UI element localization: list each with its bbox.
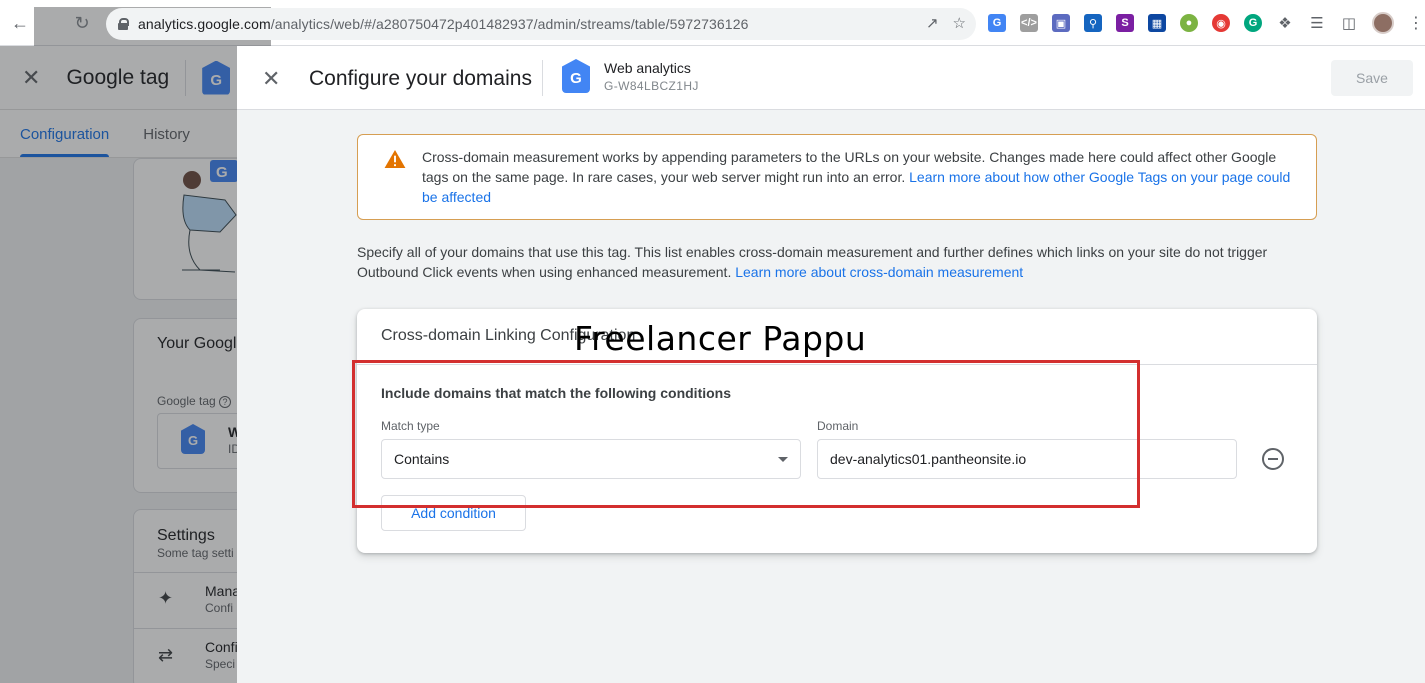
- configure-domains-sheet: ✕ Configure your domains G Web analytics…: [237, 46, 1425, 683]
- warning-icon: [384, 150, 406, 168]
- chrome-menu-icon[interactable]: ⋮: [1408, 13, 1424, 33]
- match-type-label: Match type: [381, 419, 440, 433]
- scrim-overlay[interactable]: [0, 46, 237, 683]
- remove-condition-icon[interactable]: [1262, 448, 1284, 470]
- grammarly-extension-icon[interactable]: G: [1244, 14, 1262, 32]
- idea-extension-icon[interactable]: ●: [1180, 14, 1198, 32]
- save-button[interactable]: Save: [1331, 60, 1413, 96]
- reading-list-icon[interactable]: ☰: [1308, 14, 1326, 32]
- back-arrow-icon[interactable]: ←: [4, 7, 36, 39]
- warning-banner: Cross-domain measurement works by append…: [357, 134, 1317, 220]
- intro-text: Specify all of your domains that use thi…: [357, 244, 1268, 280]
- sheet-title: Configure your domains: [309, 67, 532, 90]
- trello-extension-icon[interactable]: ▦: [1148, 14, 1166, 32]
- close-icon[interactable]: ✕: [262, 66, 280, 92]
- condition-heading: Include domains that match the following…: [381, 385, 732, 401]
- side-panel-icon[interactable]: ◫: [1340, 14, 1358, 32]
- profile-avatar[interactable]: [1372, 12, 1394, 34]
- watermark-text: Freelancer Pappu: [574, 319, 867, 358]
- lock-icon: [118, 18, 129, 30]
- url-text: analytics.google.com/analytics/web/#/a28…: [138, 16, 749, 32]
- tag-assistant-extension-icon[interactable]: ▣: [1052, 14, 1070, 32]
- s-extension-icon[interactable]: S: [1116, 14, 1134, 32]
- browser-toolbar: ← → ↻ analytics.google.com/analytics/web…: [0, 0, 1425, 644]
- address-bar[interactable]: analytics.google.com/analytics/web/#/a28…: [106, 8, 976, 40]
- pokeball-extension-icon[interactable]: ◉: [1212, 14, 1230, 32]
- bookmark-star-icon[interactable]: ☆: [953, 14, 966, 32]
- search-extension-icon[interactable]: ⚲: [1084, 14, 1102, 32]
- match-type-value: Contains: [394, 451, 450, 467]
- measurement-id: G-W84LBCZ1HJ: [604, 79, 699, 93]
- intro-learn-more-link[interactable]: Learn more about cross-domain measuremen…: [735, 264, 1023, 280]
- stream-name: Web analytics: [604, 60, 691, 76]
- sheet-header: ✕ Configure your domains G Web analytics…: [237, 46, 1425, 110]
- dropdown-arrow-icon: [778, 457, 788, 462]
- google-tag-icon: G: [562, 59, 590, 93]
- add-condition-button[interactable]: Add condition: [381, 495, 526, 531]
- match-type-select[interactable]: Contains: [381, 439, 801, 479]
- puzzle-extensions-icon[interactable]: ❖: [1276, 14, 1294, 32]
- code-extension-icon[interactable]: </>: [1020, 14, 1038, 32]
- reload-icon[interactable]: ↻: [66, 7, 98, 39]
- divider: [357, 364, 1317, 365]
- domain-input[interactable]: dev-analytics01.pantheonsite.io: [817, 439, 1237, 479]
- translate-extension-icon[interactable]: G: [988, 14, 1006, 32]
- domain-label: Domain: [817, 419, 859, 433]
- warning-text: Cross-domain measurement works by append…: [422, 149, 1291, 205]
- share-icon[interactable]: ↗: [926, 14, 939, 32]
